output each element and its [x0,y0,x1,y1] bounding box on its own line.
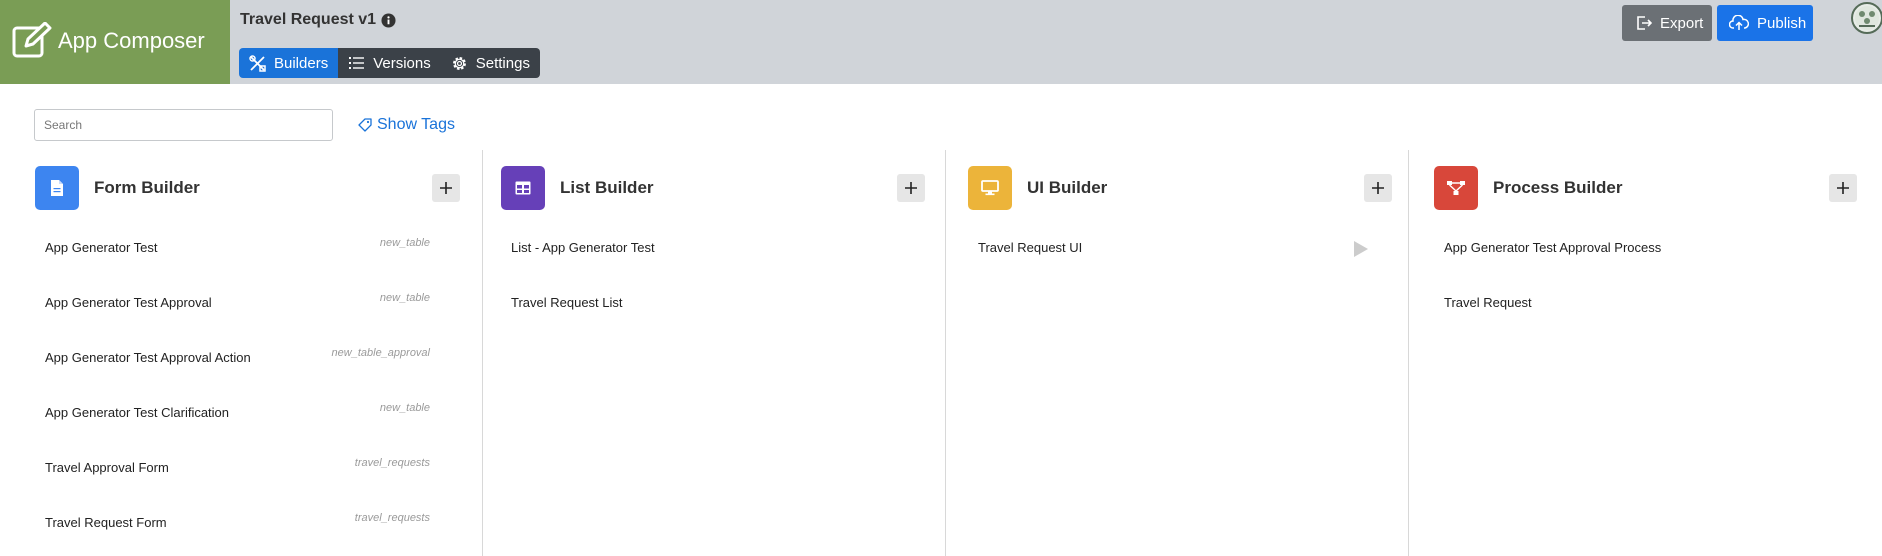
export-icon [1637,16,1652,30]
export-label: Export [1660,14,1704,32]
add-ui-button[interactable] [1364,174,1392,202]
tag-icon [358,118,372,132]
list-item[interactable]: App Generator Test Approval Action new_t… [35,338,460,378]
item-label: Travel Request UI [978,240,1083,255]
item-label: App Generator Test Approval [45,295,212,310]
flow-icon [1447,181,1465,195]
item-label: Travel Approval Form [45,460,169,475]
column-divider [945,150,946,556]
item-tag: new_table [379,292,430,304]
list-item[interactable]: Travel Request List [501,283,926,323]
form-builder-icon-tile [35,166,79,210]
item-tag: travel_requests [354,457,430,469]
plus-icon [1837,182,1849,194]
export-button[interactable]: Export [1622,5,1712,41]
ui-builder-column: UI Builder Travel Request UI [968,150,1393,556]
plus-icon [1372,182,1384,194]
top-header: App Composer Travel Request v1 Builders [0,0,1882,84]
tools-icon [249,54,266,72]
avatar[interactable] [1851,2,1882,34]
add-form-button[interactable] [432,174,460,202]
tab-settings[interactable]: Settings [440,48,540,78]
brand-title: App Composer [58,28,205,53]
list-item[interactable]: Travel Request [1434,283,1859,323]
gear-icon [452,56,466,70]
list-icon [349,57,365,69]
item-label: List - App Generator Test [511,240,655,255]
play-icon[interactable] [1353,240,1369,258]
info-icon[interactable] [381,13,396,28]
item-label: App Generator Test Approval Process [1444,240,1662,255]
plus-icon [905,182,917,194]
list-item[interactable]: App Generator Test new_table [35,228,460,268]
tab-versions-label: Versions [373,54,431,72]
search-input[interactable] [34,109,333,141]
list-item[interactable]: App Generator Test Approval new_table [35,283,460,323]
tab-settings-label: Settings [475,54,530,72]
list-builder-title: List Builder [560,178,654,197]
form-builder-column: Form Builder App Generator Test new_tabl… [35,150,460,556]
builder-nav: Builders Versions Settings [239,48,540,78]
list-builder-column: List Builder List - App Generator Test T… [501,150,926,556]
item-label: App Generator Test Approval Action [45,350,251,365]
tab-builders[interactable]: Builders [239,48,339,78]
item-tag: new_table [379,402,430,414]
process-builder-title: Process Builder [1493,178,1623,197]
add-list-button[interactable] [897,174,925,202]
item-tag: new_table_approval [331,347,430,359]
item-label: Travel Request List [511,295,623,310]
list-item[interactable]: Travel Request UI [968,228,1393,268]
brand-area[interactable]: App Composer [0,0,230,84]
list-builder-icon-tile [501,166,545,210]
document-icon [51,180,63,196]
avatar-image [1855,6,1879,30]
app-title: Travel Request v1 [240,11,377,28]
item-label: Travel Request [1444,295,1532,310]
show-tags-label: Show Tags [377,116,455,133]
column-divider [1408,150,1409,556]
table-icon [515,181,531,195]
cloud-upload-icon [1729,15,1749,30]
item-label: Travel Request Form [45,515,167,530]
process-builder-icon-tile [1434,166,1478,210]
list-item[interactable]: App Generator Test Approval Process [1434,228,1859,268]
item-label: App Generator Test [45,240,158,255]
ui-builder-icon-tile [968,166,1012,210]
list-item[interactable]: App Generator Test Clarification new_tab… [35,393,460,433]
publish-button[interactable]: Publish [1717,5,1813,41]
list-item[interactable]: Travel Request Form travel_requests [35,503,460,543]
monitor-icon [981,180,999,196]
process-builder-column: Process Builder App Generator Test Appro… [1434,150,1859,556]
ui-builder-title: UI Builder [1027,178,1108,197]
list-item[interactable]: List - App Generator Test [501,228,926,268]
show-tags-link[interactable]: Show Tags [358,116,455,134]
plus-icon [440,182,452,194]
item-label: App Generator Test Clarification [45,405,230,420]
form-builder-title: Form Builder [94,178,200,197]
column-divider [482,150,483,556]
tab-builders-label: Builders [274,54,329,72]
list-item[interactable]: Travel Approval Form travel_requests [35,448,460,488]
edit-icon [12,22,52,58]
publish-label: Publish [1757,14,1807,32]
tab-versions[interactable]: Versions [338,48,441,78]
add-process-button[interactable] [1829,174,1857,202]
item-tag: new_table [379,237,430,249]
item-tag: travel_requests [354,512,430,524]
